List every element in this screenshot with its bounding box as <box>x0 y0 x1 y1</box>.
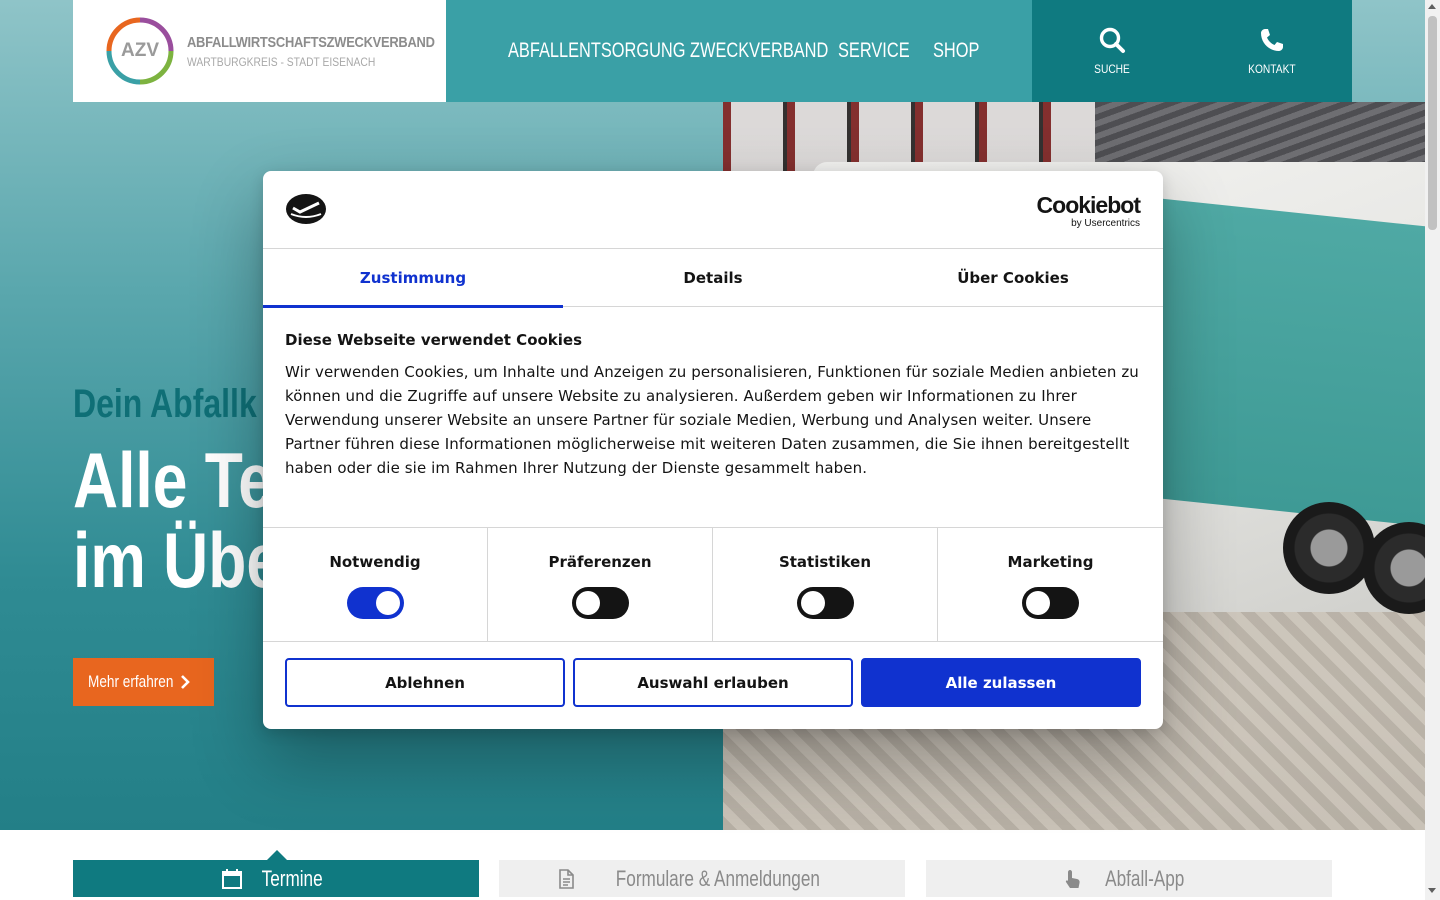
toggle-notwendig[interactable] <box>346 587 404 619</box>
page-scrollbar[interactable] <box>1425 0 1440 900</box>
cookie-dialog-title: Diese Webseite verwendet Cookies <box>285 331 583 349</box>
tab-termine-label: Termine <box>261 865 323 891</box>
more-info-button-label: Mehr erfahren <box>88 672 174 691</box>
document-icon <box>559 868 574 889</box>
toggle-group-marketing: Marketing <box>938 528 1163 642</box>
nav-slot: SERVICE <box>838 0 933 102</box>
tab-zustimmung[interactable]: Zustimmung <box>263 249 563 308</box>
main-nav: ABFALLENTSORGUNG ZWECKVERBAND SERVICE SH… <box>446 0 1032 102</box>
nav-slot: ZWECKVERBAND <box>690 0 838 102</box>
toggle-knob <box>800 591 825 615</box>
cookie-category-toggles: Notwendig Präferenzen Statistiken Market… <box>263 528 1163 642</box>
scroll-up-icon[interactable] <box>1428 4 1436 9</box>
toggle-group-notwendig: Notwendig <box>263 528 488 642</box>
allow-all-button[interactable]: Alle zulassen <box>861 658 1141 707</box>
scroll-down-icon[interactable] <box>1428 888 1436 893</box>
cookie-dialog-header: Cookiebot by Usercentrics <box>263 171 1163 249</box>
cookiebot-brand-sub: by Usercentrics <box>1071 218 1140 229</box>
cookiebot-brand-name: Cookiebot <box>1036 192 1141 218</box>
utility-nav: SUCHE KONTAKT <box>1032 0 1352 102</box>
active-tab-indicator <box>267 850 287 860</box>
photo-truck-wheel <box>1283 502 1375 594</box>
logo-mark-text: AZV <box>121 40 159 61</box>
allow-selection-button[interactable]: Auswahl erlauben <box>573 658 853 707</box>
tab-details[interactable]: Details <box>563 249 863 307</box>
contact-button[interactable]: KONTAKT <box>1192 0 1352 102</box>
nav-slot: ABFALLENTSORGUNG <box>508 0 690 102</box>
hero-kicker: Dein Abfallk <box>73 382 257 426</box>
hand-pointer-icon <box>1066 869 1080 888</box>
nav-item-abfallentsorgung[interactable]: ABFALLENTSORGUNG <box>508 39 685 63</box>
toggle-group-statistiken: Statistiken <box>713 528 938 642</box>
logo-text: ABFALLWIRTSCHAFTSZWECKVERBAND WARTBURGKR… <box>187 34 475 69</box>
search-icon <box>1099 27 1125 53</box>
nav-slot: SHOP <box>933 0 1003 102</box>
cookie-consent-dialog: Cookiebot by Usercentrics Zustimmung Det… <box>263 171 1163 729</box>
tab-termine[interactable]: Termine <box>73 850 479 897</box>
calendar-icon <box>221 868 242 889</box>
tab-abfall-app-label: Abfall-App <box>1105 865 1185 891</box>
decline-button[interactable]: Ablehnen <box>285 658 565 707</box>
hero-title-line1: Alle Te <box>73 436 273 524</box>
toggle-label-statistiken: Statistiken <box>778 553 872 571</box>
cookie-dialog-body: Diese Webseite verwendet Cookies Wir ver… <box>263 307 1163 528</box>
toggle-statistiken[interactable] <box>796 587 854 619</box>
tab-formulare-label: Formulare & Anmeldungen <box>615 865 821 891</box>
toggle-knob <box>575 591 600 615</box>
photo-truck-side-panel <box>1153 197 1425 527</box>
nav-item-service[interactable]: SERVICE <box>838 39 910 63</box>
toggle-knob <box>375 591 400 615</box>
cookie-dialog-tabs: Zustimmung Details Über Cookies <box>263 249 1163 308</box>
toggle-label-praeferenzen: Präferenzen <box>548 553 652 571</box>
quick-links-tabs: Termine Formulare & Anmeldungen Abfall-A… <box>73 850 1332 897</box>
tab-abfall-app[interactable]: Abfall-App <box>926 860 1332 897</box>
more-info-button[interactable]: Mehr erfahren <box>73 658 214 706</box>
hero-title: Alle Te im Übe <box>73 440 281 600</box>
toggle-label-notwendig: Notwendig <box>329 553 421 571</box>
logo-title: ABFALLWIRTSCHAFTSZWECKVERBAND <box>187 33 435 51</box>
toggle-knob <box>1026 591 1050 615</box>
cookiebot-logo-icon <box>286 194 326 224</box>
phone-icon <box>1261 29 1283 51</box>
search-label: SUCHE <box>1094 62 1130 76</box>
tab-formulare[interactable]: Formulare & Anmeldungen <box>499 860 905 897</box>
cookiebot-brand[interactable]: Cookiebot by Usercentrics <box>1036 192 1141 229</box>
scroll-thumb[interactable] <box>1428 16 1437 230</box>
toggle-praeferenzen[interactable] <box>571 587 629 619</box>
nav-item-zweckverband[interactable]: ZWECKVERBAND <box>690 39 828 63</box>
site-logo[interactable]: AZV ABFALLWIRTSCHAFTSZWECKVERBAND WARTBU… <box>73 0 446 102</box>
cookie-dialog-text: Wir verwenden Cookies, um Inhalte und An… <box>285 363 1139 477</box>
logo-mark: AZV <box>105 16 175 86</box>
toggle-marketing[interactable] <box>1022 587 1079 619</box>
contact-label: KONTAKT <box>1248 62 1296 76</box>
toggle-label-marketing: Marketing <box>1007 553 1094 571</box>
hero-title-line2: im Übe <box>73 516 282 604</box>
toggle-group-praeferenzen: Präferenzen <box>488 528 713 642</box>
nav-item-shop[interactable]: SHOP <box>933 39 979 63</box>
search-button[interactable]: SUCHE <box>1032 0 1192 102</box>
tab-ueber-cookies[interactable]: Über Cookies <box>863 249 1163 307</box>
logo-subtitle: WARTBURGKREIS - STADT EISENACH <box>187 54 376 69</box>
chevron-right-icon <box>181 675 190 689</box>
cookie-dialog-actions: Ablehnen Auswahl erlauben Alle zulassen <box>263 642 1163 707</box>
